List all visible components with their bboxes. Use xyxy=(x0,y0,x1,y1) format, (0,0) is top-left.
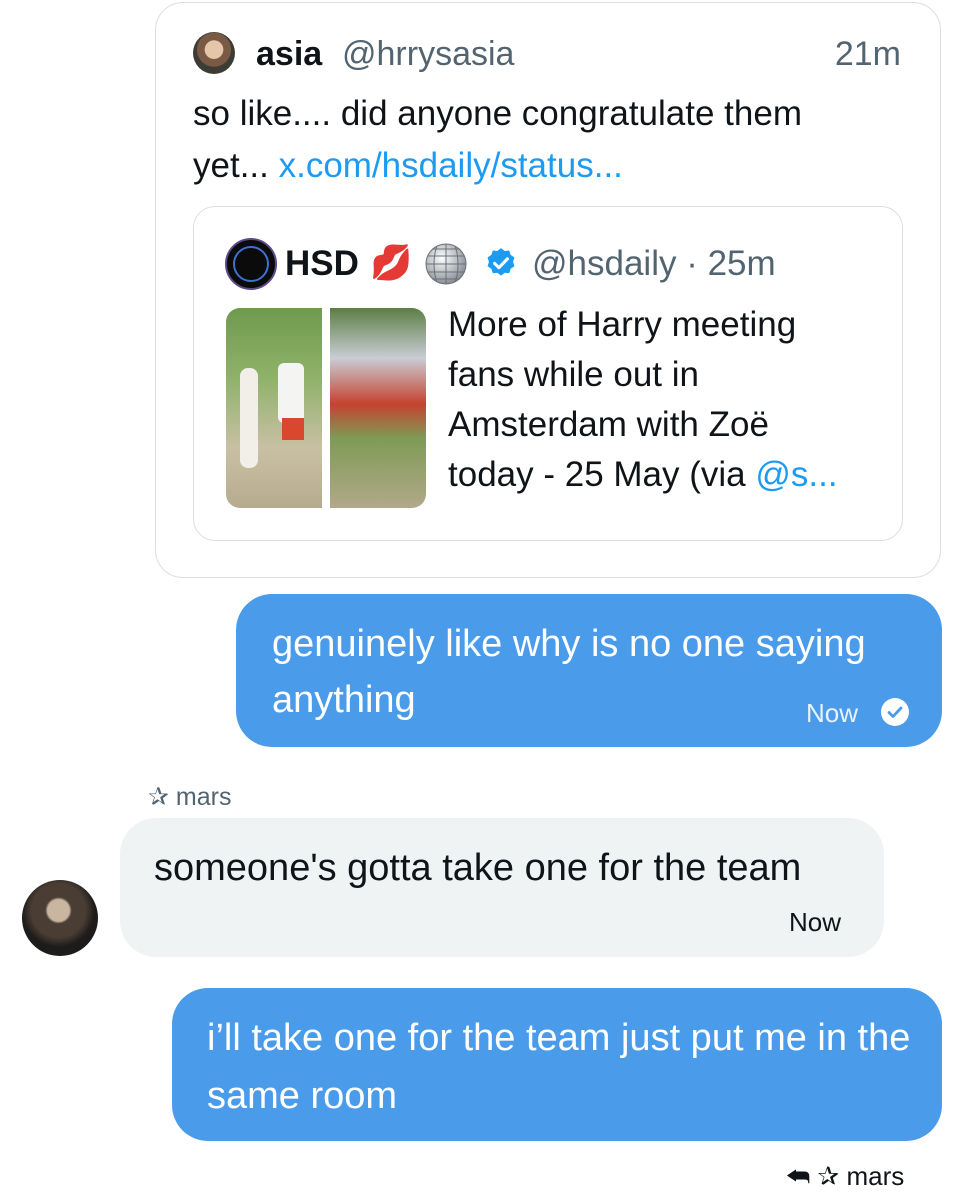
quoted-text-line: More of Harry meeting xyxy=(448,305,797,344)
tweet-text-line: so like.... did anyone congratulate them xyxy=(193,94,802,133)
message-text: someone's gotta take one for the team xyxy=(154,847,802,889)
quoted-handle-time: @hsdaily · 25m xyxy=(532,244,776,283)
hsd-avatar-ring xyxy=(233,246,269,282)
message-text: i’ll take one for the team just put me i… xyxy=(207,1017,911,1117)
seen-check-icon xyxy=(881,698,909,726)
sender-name: mars xyxy=(175,783,232,811)
disco-ball-icon xyxy=(425,243,467,285)
tweet-author-name: asia xyxy=(256,35,323,73)
star-icon: ✰ xyxy=(148,783,169,811)
message-timestamp: Now xyxy=(789,907,842,937)
avatar[interactable] xyxy=(193,32,235,74)
reply-context-label: mars xyxy=(846,1161,905,1191)
quoted-text-line: Amsterdam with Zoë xyxy=(448,405,769,444)
tweet-timestamp: 21m xyxy=(834,35,901,73)
reply-context[interactable]: ⮪ ✰ mars xyxy=(786,1160,904,1192)
avatar[interactable] xyxy=(22,880,98,956)
sender-label: ✰ mars xyxy=(148,782,231,812)
verified-badge-icon xyxy=(487,248,515,276)
quoted-photo[interactable] xyxy=(226,308,322,508)
star-icon: ✰ xyxy=(817,1161,840,1191)
tweet-link[interactable]: x.com/hsdaily/status... xyxy=(279,146,623,185)
quoted-photo[interactable] xyxy=(330,308,426,508)
quoted-tweet-text: More of Harry meeting fans while out in … xyxy=(448,300,888,500)
mention-link[interactable]: @s... xyxy=(755,455,837,494)
quoted-author-name: HSD xyxy=(285,244,359,283)
tweet-text: so like.... did anyone congratulate them… xyxy=(193,88,893,192)
tweet-text-line: yet... xyxy=(193,146,279,185)
message-timestamp: Now xyxy=(806,698,859,728)
quoted-text-line: today - 25 May (via xyxy=(448,455,756,494)
reply-arrow-icon: ⮪ xyxy=(786,1161,811,1191)
quoted-text-line: fans while out in xyxy=(448,355,699,394)
lips-emoji: 💋 xyxy=(370,244,413,282)
tweet-author-handle: @hrrysasia xyxy=(342,35,515,73)
